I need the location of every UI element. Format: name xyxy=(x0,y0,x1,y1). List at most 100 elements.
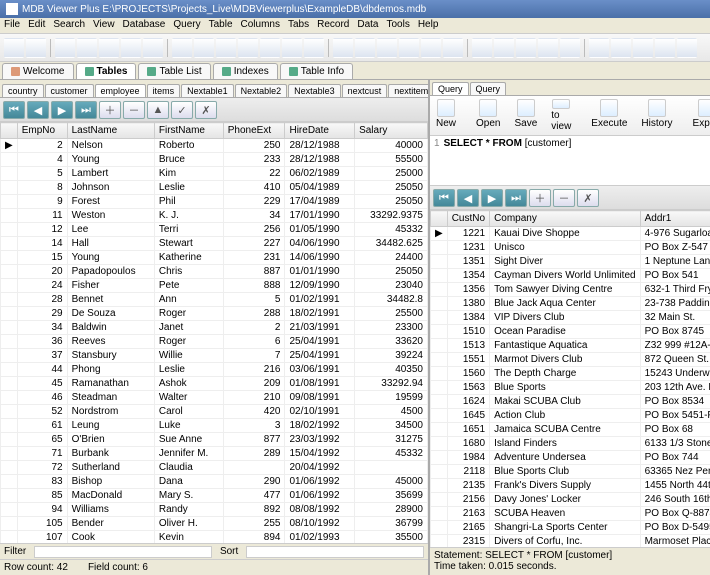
qnav-first[interactable]: ⏮ xyxy=(433,189,455,207)
table-row[interactable]: 94WilliamsRandy89208/08/199228900 xyxy=(1,503,428,517)
table-row[interactable]: 5LambertKim2206/02/198925000 xyxy=(1,167,428,181)
qcol-custno[interactable]: CustNo xyxy=(447,211,489,227)
view-tab-table-list[interactable]: Table List xyxy=(138,63,210,79)
toolbar-btn-4[interactable] xyxy=(99,38,119,58)
nav-edit[interactable]: ▲ xyxy=(147,101,169,119)
view-tab-welcome[interactable]: Welcome xyxy=(2,63,74,79)
query-btn-history[interactable]: History xyxy=(637,98,676,133)
table-row[interactable]: 12LeeTerri25601/05/199045332 xyxy=(1,223,428,237)
col-lastname[interactable]: LastName xyxy=(67,123,154,139)
table-row[interactable]: 24FisherPete88812/09/199023040 xyxy=(1,279,428,293)
table-row[interactable]: 1231UniscoPO Box Z-547 xyxy=(431,241,710,255)
toolbar-btn-12[interactable] xyxy=(282,38,302,58)
menu-help[interactable]: Help xyxy=(418,19,439,32)
table-row[interactable]: 1645Action ClubPO Box 5451-F xyxy=(431,409,710,423)
table-tab-customer[interactable]: customer xyxy=(45,84,94,97)
nav-add[interactable]: ＋ xyxy=(99,101,121,119)
query-btn-execute[interactable]: Execute xyxy=(587,98,631,133)
toolbar-btn-25[interactable] xyxy=(589,38,609,58)
table-row[interactable]: 2135Frank's Divers Supply1455 North 44th… xyxy=(431,479,710,493)
table-row[interactable]: 105BenderOliver H.25508/10/199236799 xyxy=(1,517,428,531)
menu-edit[interactable]: Edit xyxy=(28,19,45,32)
qnav-last[interactable]: ⏭ xyxy=(505,189,527,207)
toolbar-btn-6[interactable] xyxy=(143,38,163,58)
toolbar-btn-23[interactable] xyxy=(538,38,558,58)
query-tab-0[interactable]: Query xyxy=(432,82,469,95)
nav-next[interactable]: ▶ xyxy=(51,101,73,119)
toolbar-btn-17[interactable] xyxy=(399,38,419,58)
table-row[interactable]: 1351Sight Diver1 Neptune Lane xyxy=(431,255,710,269)
nav-first[interactable]: ⏮ xyxy=(3,101,25,119)
toolbar-btn-8[interactable] xyxy=(194,38,214,58)
table-row[interactable]: 2118Blue Sports Club63365 Nez Perce Stre… xyxy=(431,465,710,479)
table-tab-nextable2[interactable]: Nextable2 xyxy=(235,84,288,97)
table-row[interactable]: 85MacDonaldMary S.47701/06/199235699 xyxy=(1,489,428,503)
table-row[interactable]: 46SteadmanWalter21009/08/199119599 xyxy=(1,391,428,405)
table-row[interactable]: 1384VIP Divers Club32 Main St. xyxy=(431,311,710,325)
toolbar-btn-22[interactable] xyxy=(516,38,536,58)
view-tab-indexes[interactable]: Indexes xyxy=(213,63,278,79)
table-row[interactable]: 2315Divers of Corfu, Inc.Marmoset Place … xyxy=(431,535,710,548)
query-tab-1[interactable]: Query xyxy=(470,82,507,95)
toolbar-btn-5[interactable] xyxy=(121,38,141,58)
toolbar-btn-24[interactable] xyxy=(560,38,580,58)
col-firstname[interactable]: FirstName xyxy=(154,123,223,139)
qnav-next[interactable]: ▶ xyxy=(481,189,503,207)
table-row[interactable]: 1551Marmot Divers Club872 Queen St. xyxy=(431,353,710,367)
table-row[interactable]: 2156Davy Jones' Locker246 South 16th Pla… xyxy=(431,493,710,507)
table-tab-employee[interactable]: employee xyxy=(95,84,146,97)
nav-cancel[interactable]: ✗ xyxy=(195,101,217,119)
query-btn-save[interactable]: Save xyxy=(510,98,541,133)
toolbar-btn-14[interactable] xyxy=(333,38,353,58)
toolbar-btn-18[interactable] xyxy=(421,38,441,58)
toolbar-btn-28[interactable] xyxy=(655,38,675,58)
filter-input[interactable] xyxy=(34,546,212,558)
query-grid[interactable]: CustNoCompanyAddr1Addr2▶1221Kauai Dive S… xyxy=(430,210,710,547)
menu-query[interactable]: Query xyxy=(173,19,200,32)
table-row[interactable]: 15YoungKatherine23114/06/199024400 xyxy=(1,251,428,265)
table-row[interactable]: 29De SouzaRoger28818/02/199125500 xyxy=(1,307,428,321)
query-btn-open[interactable]: Open xyxy=(472,98,504,133)
employee-grid[interactable]: EmpNoLastNameFirstNamePhoneExtHireDateSa… xyxy=(0,122,428,543)
menu-view[interactable]: View xyxy=(93,19,115,32)
table-tab-nextcust[interactable]: nextcust xyxy=(342,84,388,97)
table-row[interactable]: 37StansburyWillie725/04/199139224 xyxy=(1,349,428,363)
col-salary[interactable]: Salary xyxy=(355,123,428,139)
table-row[interactable]: 45RamanathanAshok20901/08/199133292.94 xyxy=(1,377,428,391)
nav-prev[interactable]: ◀ xyxy=(27,101,49,119)
toolbar-btn-11[interactable] xyxy=(260,38,280,58)
toolbar-btn-20[interactable] xyxy=(472,38,492,58)
menu-columns[interactable]: Columns xyxy=(241,19,280,32)
toolbar-btn-16[interactable] xyxy=(377,38,397,58)
table-row[interactable]: 1624Makai SCUBA ClubPO Box 8534 xyxy=(431,395,710,409)
view-tab-table-info[interactable]: Table Info xyxy=(280,63,353,79)
qnav-cancel[interactable]: ✗ xyxy=(577,189,599,207)
menu-table[interactable]: Table xyxy=(209,19,233,32)
table-row[interactable]: 1356Tom Sawyer Diving Centre632-1 Third … xyxy=(431,283,710,297)
qnav-prev[interactable]: ◀ xyxy=(457,189,479,207)
table-row[interactable]: 1563Blue Sports203 12th Ave. Box 746 xyxy=(431,381,710,395)
toolbar-btn-10[interactable] xyxy=(238,38,258,58)
toolbar-btn-0[interactable] xyxy=(4,38,24,58)
qcol-company[interactable]: Company xyxy=(490,211,641,227)
qcol-addr1[interactable]: Addr1 xyxy=(640,211,710,227)
table-row[interactable]: 52NordstromCarol42002/10/19914500 xyxy=(1,405,428,419)
table-row[interactable]: 1651Jamaica SCUBA CentrePO Box 68 xyxy=(431,423,710,437)
menu-tabs[interactable]: Tabs xyxy=(288,19,309,32)
toolbar-btn-27[interactable] xyxy=(633,38,653,58)
nav-last[interactable]: ⏭ xyxy=(75,101,97,119)
toolbar-btn-13[interactable] xyxy=(304,38,324,58)
table-tab-nextable1[interactable]: Nextable1 xyxy=(181,84,234,97)
table-row[interactable]: ▶2NelsonRoberto25028/12/198840000 xyxy=(1,139,428,153)
toolbar-btn-9[interactable] xyxy=(216,38,236,58)
table-tab-nextable3[interactable]: Nextable3 xyxy=(288,84,341,97)
col-phoneext[interactable]: PhoneExt xyxy=(223,123,285,139)
table-row[interactable]: ▶1221Kauai Dive Shoppe4-976 Sugarloaf Hw… xyxy=(431,227,710,241)
qnav-add[interactable]: ＋ xyxy=(529,189,551,207)
table-tab-items[interactable]: items xyxy=(147,84,181,97)
menu-tools[interactable]: Tools xyxy=(386,19,409,32)
table-row[interactable]: 83BishopDana29001/06/199245000 xyxy=(1,475,428,489)
table-row[interactable]: 65O'BrienSue Anne87723/03/199231275 xyxy=(1,433,428,447)
toolbar-btn-1[interactable] xyxy=(26,38,46,58)
toolbar-btn-7[interactable] xyxy=(172,38,192,58)
